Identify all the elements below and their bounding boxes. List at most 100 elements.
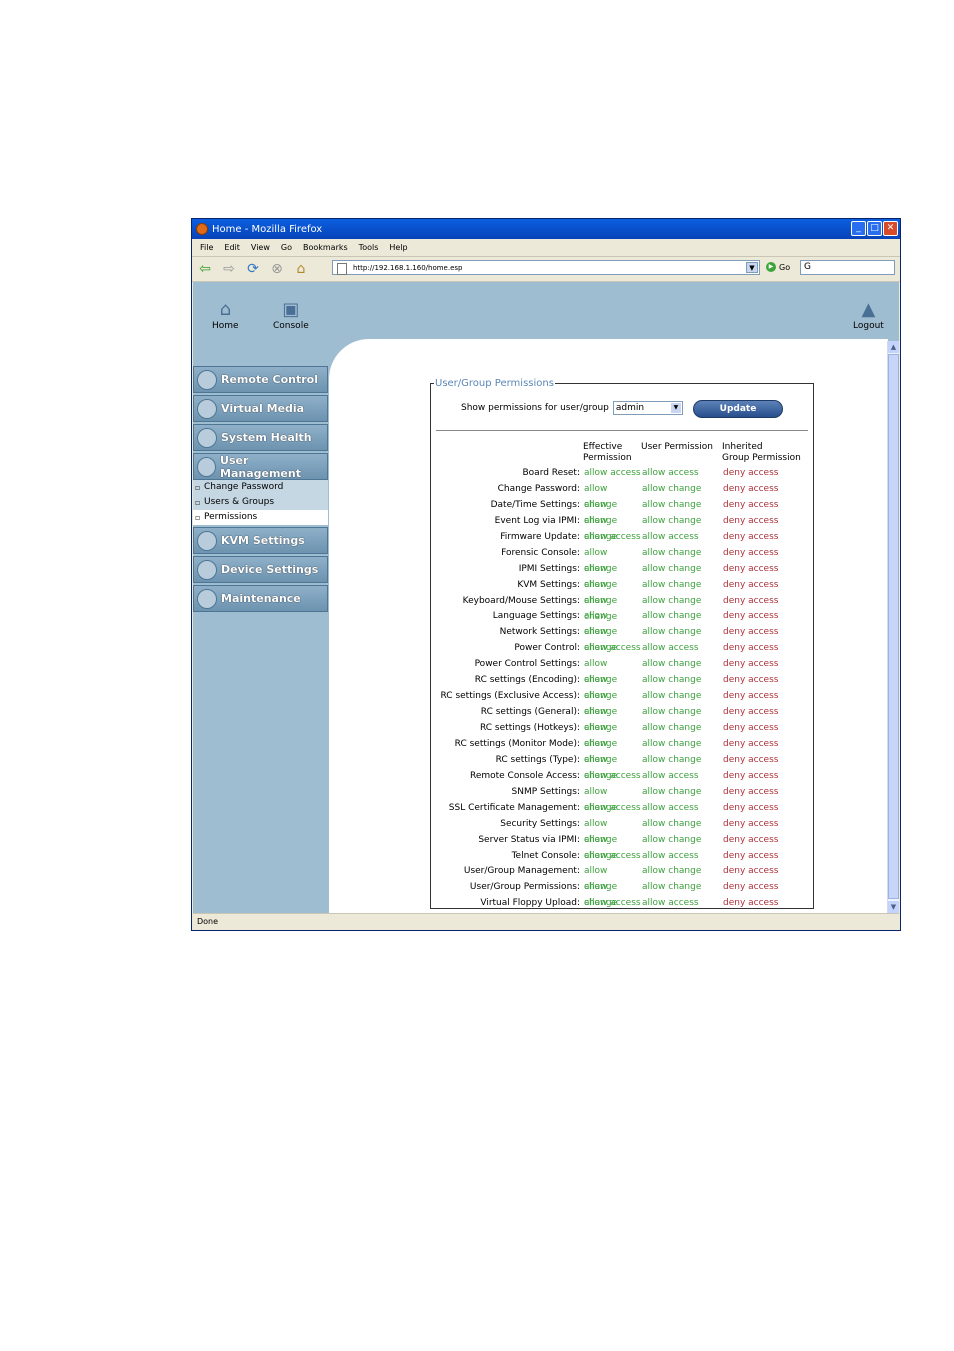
effective-permission: allow change	[584, 818, 618, 845]
permissions-legend: User/Group Permissions	[435, 378, 554, 389]
sidebar-item-device-settings[interactable]: Device Settings	[193, 556, 328, 583]
effective-permission: allow change	[584, 738, 618, 765]
permission-row: Date/Time Settings: allow change allow cha…	[431, 497, 815, 526]
chevron-down-icon: ▼	[670, 403, 681, 413]
submenu-users-groups[interactable]: Users & Groups	[193, 495, 328, 510]
permission-row: Virtual Floppy Upload: allow access allow …	[431, 895, 815, 911]
home-link[interactable]: ⌂ Home	[212, 299, 239, 331]
sidebar-item-user-management[interactable]: User Management	[193, 453, 328, 480]
menu-view[interactable]: View	[251, 243, 270, 252]
permission-name: Event Log via IPMI:	[494, 515, 580, 526]
sidebar-item-label: System Health	[221, 431, 312, 444]
sidebar-item-label: Virtual Media	[221, 402, 305, 415]
group-permission: deny access	[723, 595, 779, 606]
group-permission: deny access	[723, 754, 779, 765]
effective-permission: allow change	[584, 483, 618, 510]
scroll-up-icon[interactable]: ▲	[888, 341, 899, 353]
url-text: http://192.168.1.160/home.esp	[353, 264, 463, 272]
sidebar-item-maintenance[interactable]: Maintenance	[193, 585, 328, 612]
submenu-permissions[interactable]: Permissions	[193, 510, 328, 525]
sidebar-item-system-health[interactable]: System Health	[193, 424, 328, 451]
effective-permission: allow change	[584, 611, 618, 638]
group-permission: deny access	[723, 499, 779, 510]
permission-name: Power Control Settings:	[474, 659, 580, 670]
permission-row: KVM Settings: allow change allow change den…	[431, 577, 815, 606]
system-health-icon	[197, 427, 217, 448]
logout-label: Logout	[853, 321, 884, 331]
url-dropdown-icon[interactable]: ▼	[746, 262, 758, 273]
permission-row: User/Group Permissions: allow change allow…	[431, 879, 815, 909]
user-permission: allow change	[642, 627, 702, 638]
scroll-thumb[interactable]	[888, 354, 899, 899]
user-permission: allow change	[642, 754, 702, 765]
group-permission: deny access	[723, 882, 779, 893]
group-permission: deny access	[723, 675, 779, 686]
permission-row: Language Settings: allow change allow chan…	[431, 608, 815, 638]
permission-name: RC settings (Hotkeys):	[479, 723, 580, 733]
effective-permission: allow access	[584, 770, 641, 781]
permission-name: RC settings (Type):	[495, 754, 580, 765]
col-inherited: Inherited Group Permission	[722, 442, 801, 463]
user-permission: allow change	[642, 579, 702, 590]
back-icon[interactable]: ⇦	[196, 261, 214, 277]
menu-bar: File Edit View Go Bookmarks Tools Help	[192, 239, 900, 257]
group-permission: deny access	[723, 547, 779, 558]
console-link[interactable]: ▣ Console	[273, 299, 309, 331]
user-permission: allow change	[642, 707, 702, 718]
maximize-button[interactable]: □	[867, 221, 882, 236]
submenu-change-password[interactable]: Change Password	[193, 480, 328, 495]
user-permission: allow change	[642, 563, 702, 574]
menu-file[interactable]: File	[200, 243, 213, 252]
permission-name: Remote Console Access:	[469, 770, 580, 781]
update-button[interactable]: Update	[693, 400, 783, 418]
minimize-button[interactable]: _	[851, 221, 866, 236]
menu-bookmarks[interactable]: Bookmarks	[303, 243, 348, 252]
window-title: Home - Mozilla Firefox	[212, 223, 323, 235]
effective-permission: allow change	[584, 499, 618, 526]
forward-icon[interactable]: ⇨	[220, 261, 238, 277]
search-field[interactable]: G	[800, 260, 895, 275]
user-permission: allow access	[642, 898, 699, 909]
user-permission: allow change	[642, 611, 702, 622]
user-permission: allow change	[642, 691, 702, 702]
scroll-down-icon[interactable]: ▼	[888, 901, 899, 913]
effective-permission: allow change	[584, 659, 618, 686]
vertical-scrollbar[interactable]: ▲ ▼	[887, 341, 899, 913]
stop-icon[interactable]: ⊗	[268, 261, 286, 277]
menu-help[interactable]: Help	[389, 243, 407, 252]
user-permission: allow change	[642, 659, 702, 670]
logout-link[interactable]: ▲ Logout	[853, 299, 884, 331]
user-permission: allow change	[642, 675, 702, 686]
permission-row: RC settings (Type): allow change allow cha…	[431, 752, 815, 781]
search-engine-icon: G	[804, 262, 811, 272]
permission-row: Server Status via IPMI: allow change allow…	[431, 832, 815, 861]
user-permission: allow access	[642, 850, 699, 861]
menu-edit[interactable]: Edit	[224, 243, 240, 252]
permission-name: Board Reset:	[522, 468, 581, 478]
col-user-permission: User Permission	[641, 442, 713, 452]
group-permission: deny access	[723, 659, 779, 670]
effective-permission: allow change	[584, 691, 618, 718]
home-icon[interactable]: ⌂	[292, 261, 310, 277]
effective-permission: allow access	[584, 850, 641, 861]
effective-permission: allow access	[584, 643, 641, 654]
menu-tools[interactable]: Tools	[359, 243, 379, 252]
sidebar-item-remote-control[interactable]: Remote Control	[193, 366, 328, 393]
title-bar: Home - Mozilla Firefox _ □ ✕	[192, 219, 900, 239]
permission-name: Telnet Console:	[511, 850, 580, 861]
close-button[interactable]: ✕	[883, 221, 898, 236]
permission-name: Server Status via IPMI:	[478, 834, 580, 845]
sidebar-item-virtual-media[interactable]: Virtual Media	[193, 395, 328, 422]
url-field[interactable]: http://192.168.1.160/home.esp ▼	[332, 260, 760, 275]
effective-permission: allow change	[584, 882, 618, 909]
reload-icon[interactable]: ⟳	[244, 261, 262, 277]
user-group-select[interactable]: admin ▼	[612, 401, 683, 415]
menu-go[interactable]: Go	[281, 243, 292, 252]
group-permission: deny access	[723, 850, 779, 861]
user-permission: allow change	[642, 515, 702, 526]
group-permission: deny access	[723, 531, 779, 542]
sidebar-item-label: Remote Control	[221, 373, 318, 386]
go-button[interactable]: ▶ Go	[766, 262, 790, 272]
sidebar-item-kvm-settings[interactable]: KVM Settings	[193, 527, 328, 554]
permission-name: RC settings (Monitor Mode):	[454, 738, 580, 749]
